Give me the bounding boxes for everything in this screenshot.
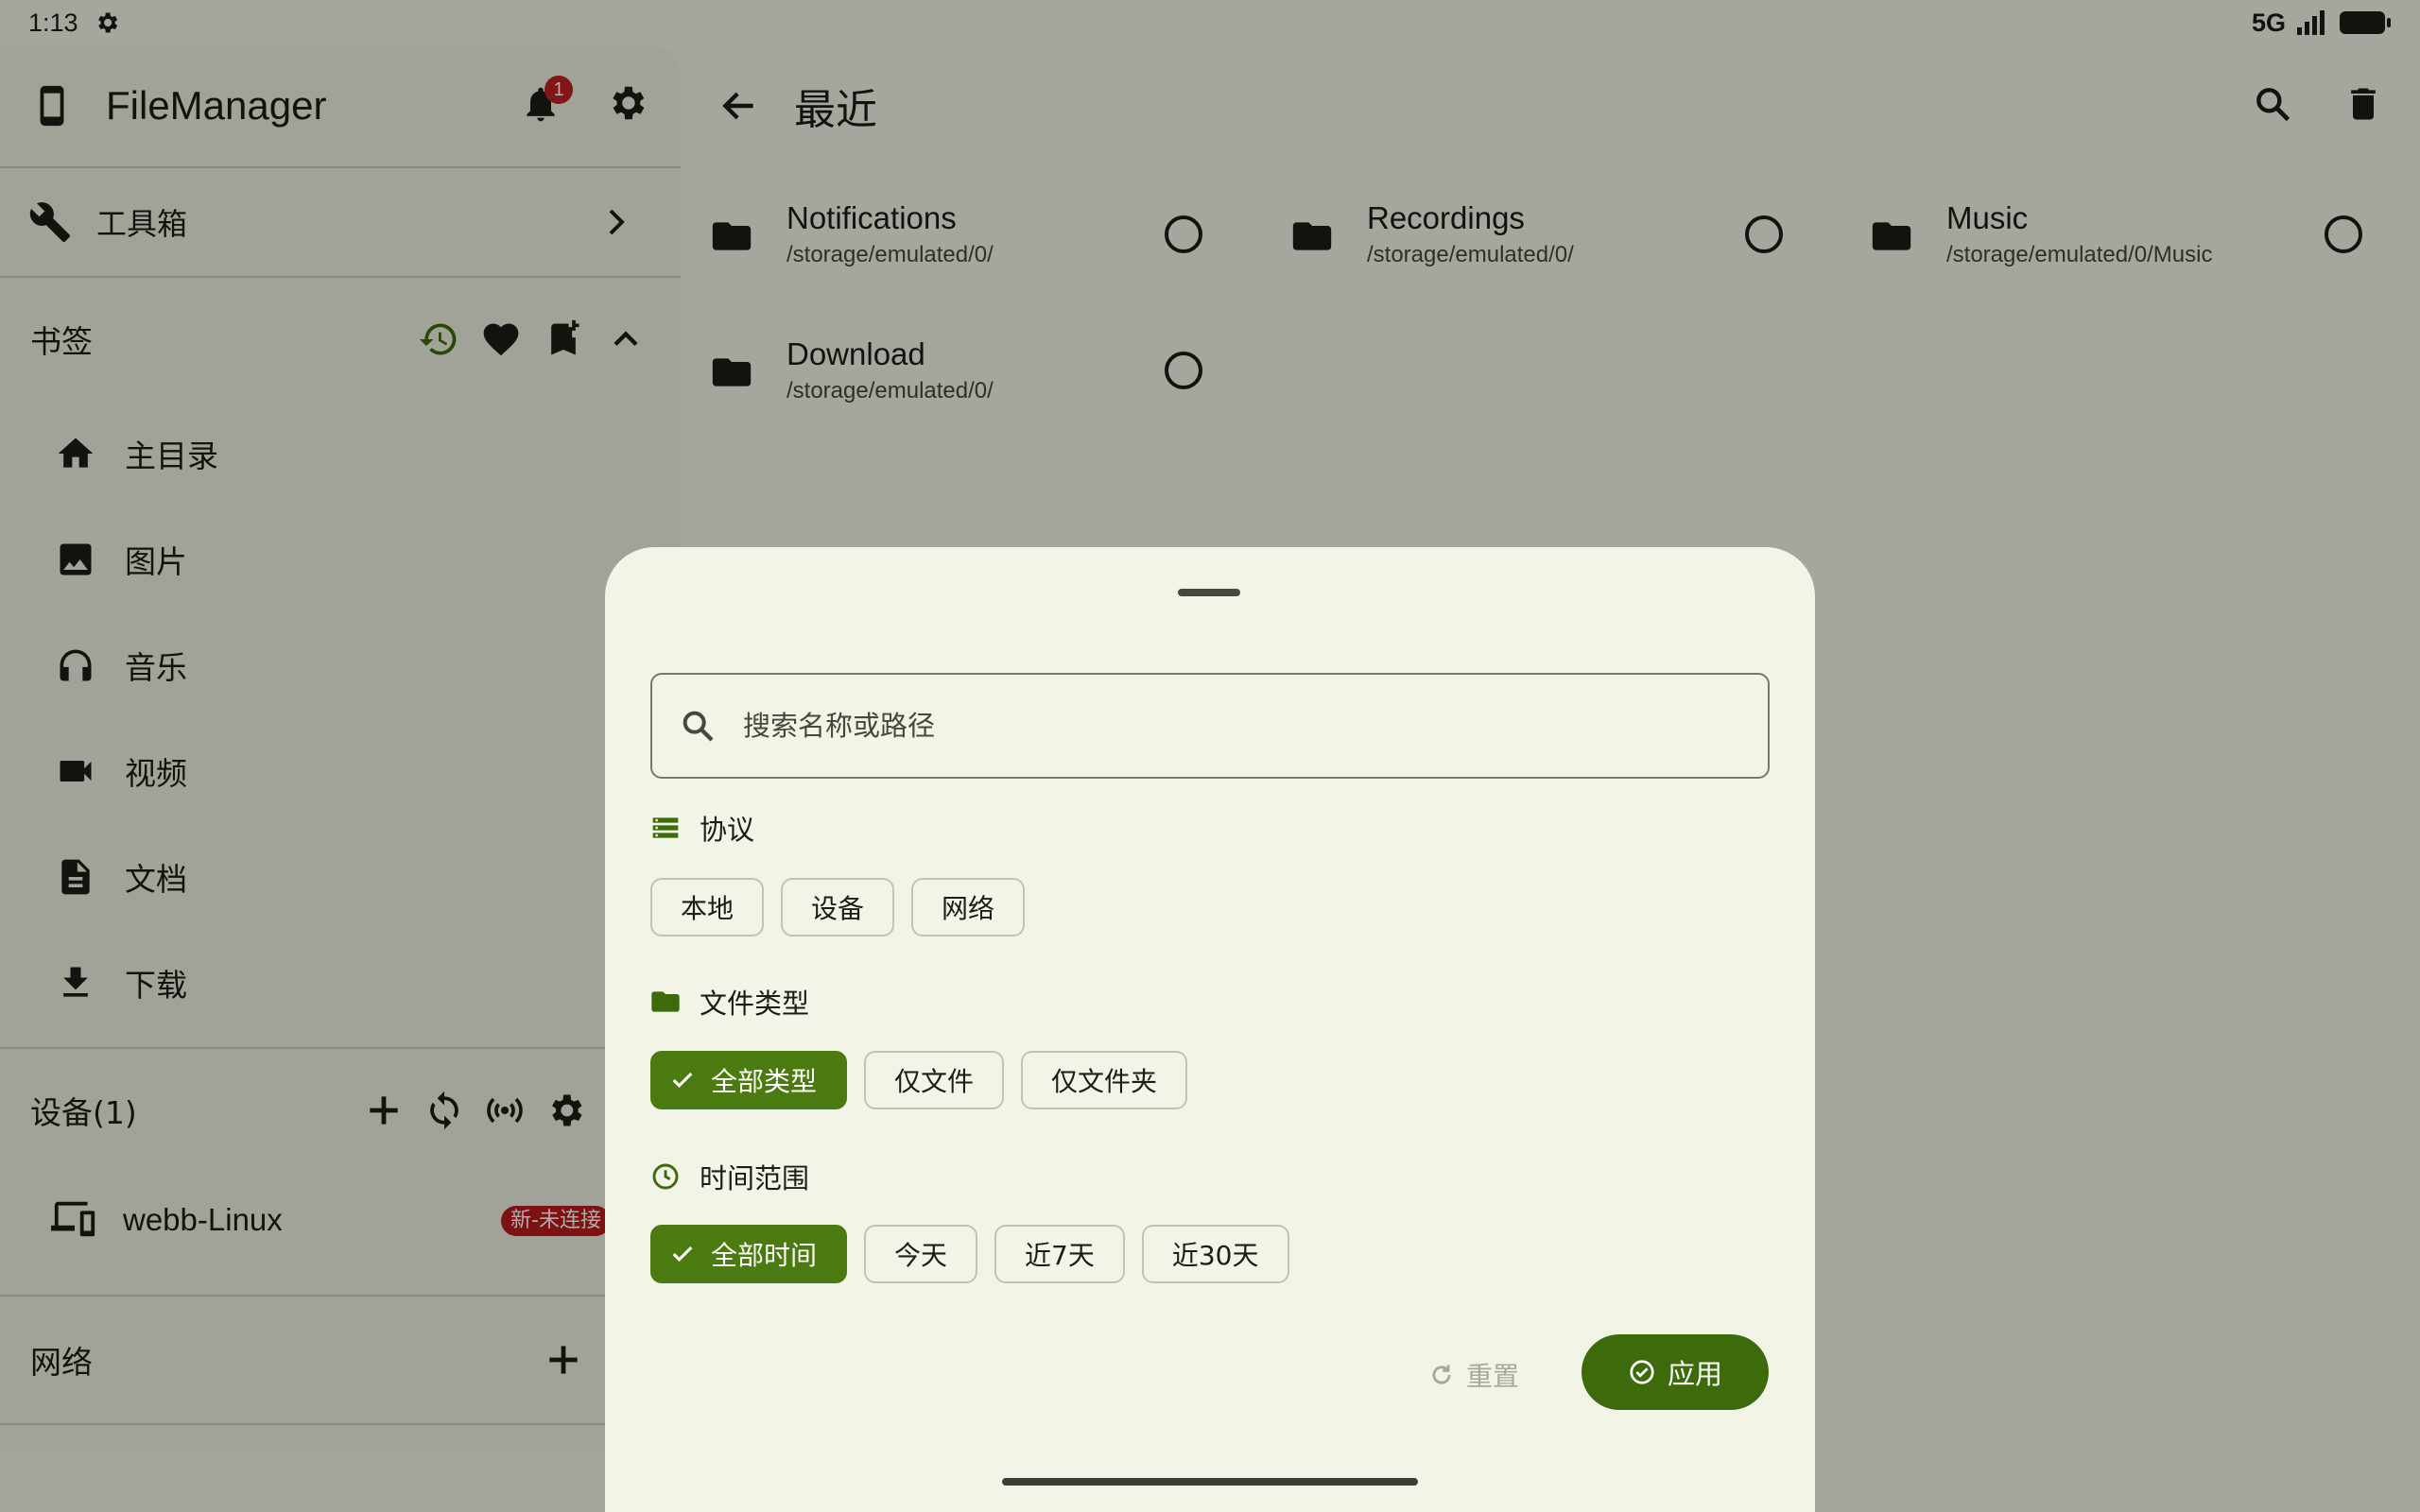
drag-handle[interactable]: [1178, 589, 1240, 596]
reset-button[interactable]: 重置: [1380, 1337, 1567, 1413]
time-title: 时间范围: [700, 1162, 810, 1194]
check-icon: [672, 1072, 693, 1088]
check-circle-icon: [1628, 1358, 1656, 1386]
chip-local[interactable]: 本地: [650, 878, 765, 936]
chip-last-30-days[interactable]: 近30天: [1141, 1225, 1289, 1283]
filetype-chips: 全部类型 仅文件 仅文件夹: [650, 1051, 1188, 1109]
chip-today[interactable]: 今天: [864, 1225, 978, 1283]
chip-folders-only[interactable]: 仅文件夹: [1021, 1051, 1188, 1109]
check-icon: [672, 1246, 693, 1262]
chip-files-only[interactable]: 仅文件: [864, 1051, 1005, 1109]
search-field[interactable]: [650, 673, 1770, 779]
search-icon: [679, 707, 717, 745]
storage-icon: [650, 815, 681, 841]
filetype-section-title: 文件类型: [650, 982, 809, 1022]
apply-label: 应用: [1667, 1358, 1722, 1390]
filetype-title: 文件类型: [700, 988, 810, 1020]
time-chips: 全部时间 今天 近7天 近30天: [650, 1225, 1289, 1283]
apply-button[interactable]: 应用: [1582, 1334, 1769, 1410]
protocol-section-title: 协议: [650, 808, 754, 848]
gesture-bar: [1002, 1478, 1418, 1486]
chip-label: 全部时间: [711, 1240, 818, 1271]
chip-last-7-days[interactable]: 近7天: [994, 1225, 1125, 1283]
refresh-icon: [1428, 1362, 1455, 1388]
chip-device[interactable]: 设备: [781, 878, 895, 936]
reset-label: 重置: [1465, 1361, 1519, 1392]
chip-network[interactable]: 网络: [911, 878, 1026, 936]
time-section-title: 时间范围: [650, 1157, 809, 1196]
filter-bottom-sheet: 协议 本地 设备 网络 文件类型 全部类型 仅文件 仅文件夹 时间范围 全部时间…: [605, 547, 1815, 1512]
chip-label: 全部类型: [711, 1066, 818, 1097]
protocol-title: 协议: [700, 814, 755, 846]
clock-icon: [650, 1161, 681, 1192]
chip-all-time[interactable]: 全部时间: [650, 1225, 848, 1283]
folder-icon: [650, 988, 681, 1015]
search-input[interactable]: [743, 710, 1736, 742]
chip-all-types[interactable]: 全部类型: [650, 1051, 848, 1109]
protocol-chips: 本地 设备 网络: [650, 878, 1026, 936]
